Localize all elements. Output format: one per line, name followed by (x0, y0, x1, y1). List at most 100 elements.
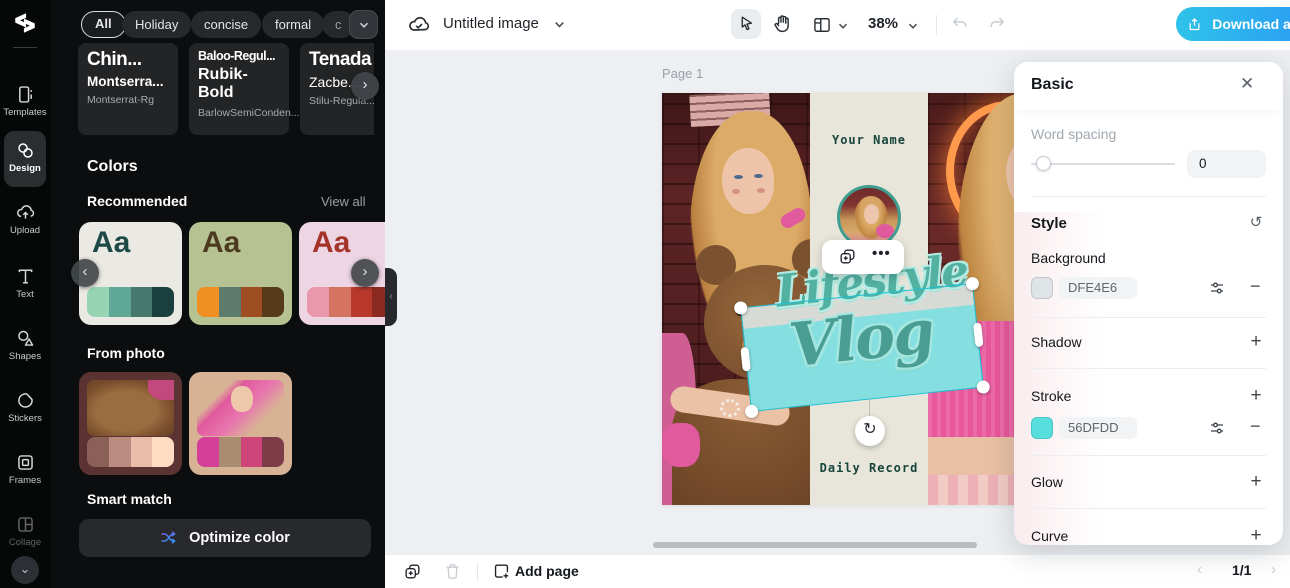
daily-record-text[interactable]: Daily Record (810, 461, 928, 475)
word-spacing-input[interactable]: 0 (1187, 150, 1266, 178)
smart-match-heading: Smart match (87, 491, 172, 507)
sidebar-item-stickers[interactable]: Stickers (0, 390, 50, 424)
background-adjust-icon[interactable] (1208, 279, 1226, 302)
select-tool-button[interactable] (731, 9, 761, 39)
glow-add-button[interactable]: + (1246, 471, 1266, 493)
swatch (262, 437, 284, 467)
swatch (108, 437, 131, 467)
prev-page-icon[interactable]: ‹ (1197, 561, 1202, 578)
font-card[interactable]: Chin... Montserra... Montserrat-Rg (78, 43, 178, 135)
filter-chip-concise[interactable]: concise (191, 11, 262, 38)
swatch (350, 287, 373, 317)
word-spacing-slider-handle[interactable] (1036, 156, 1051, 171)
chip-label: c (335, 17, 342, 32)
document-title[interactable]: Untitled image (443, 15, 539, 32)
next-page-icon[interactable]: › (1271, 561, 1276, 578)
zoom-chevron-down-icon[interactable] (907, 19, 919, 37)
more-options-icon[interactable]: ••• (872, 245, 891, 262)
panel-collapse-handle[interactable]: ‹ (385, 268, 397, 326)
font-card[interactable]: Baloo-Regul... Rubik-Bold BarlowSemiCond… (189, 43, 300, 135)
hand-tool-icon[interactable] (772, 13, 794, 40)
stroke-hex-input[interactable]: 56DFDD (1059, 417, 1137, 439)
delete-page-icon[interactable] (443, 562, 462, 586)
sidebar-item-label: Shapes (8, 351, 42, 362)
shadow-add-button[interactable]: + (1246, 331, 1266, 353)
background-color-swatch[interactable] (1031, 277, 1053, 299)
swatch (240, 437, 263, 467)
photo-palette-card[interactable] (79, 372, 182, 475)
add-page-icon[interactable] (492, 562, 511, 586)
export-icon (1187, 16, 1208, 32)
sidebar-item-templates[interactable]: Templates (0, 84, 50, 118)
horizontal-scrollbar[interactable] (653, 542, 977, 548)
rotate-handle[interactable]: ↻ (855, 416, 885, 446)
photo-palette-card[interactable] (189, 372, 292, 475)
optimize-color-button[interactable]: Optimize color (79, 519, 371, 557)
your-name-text[interactable]: Your Name (810, 133, 928, 147)
layout-chevron-down-icon[interactable] (837, 19, 849, 37)
chevron-right-icon: › (362, 76, 368, 93)
palette-card[interactable]: Aa (189, 222, 292, 325)
stroke-add-button[interactable]: + (1246, 385, 1266, 407)
undo-icon[interactable] (950, 14, 970, 39)
girl-eye (734, 175, 743, 179)
background-hex-input[interactable]: DFE4E6 (1059, 277, 1137, 299)
swatch (307, 287, 329, 317)
palette-swatches (197, 287, 284, 317)
sidebar-item-frames[interactable]: Frames (0, 452, 50, 486)
recommended-heading: Recommended (87, 193, 188, 209)
sidebar-item-design[interactable]: Design (0, 140, 50, 174)
glow-label: Glow (1031, 474, 1063, 490)
stroke-remove-button[interactable]: − (1250, 416, 1261, 437)
download-all-label: Download all (1212, 16, 1290, 32)
panel-divider (1031, 455, 1266, 456)
sidebar-item-label: Collage (8, 537, 42, 548)
title-chevron-down-icon[interactable] (553, 18, 566, 36)
font-card-title: Tenada (309, 49, 372, 70)
view-all-link[interactable]: View all (321, 194, 366, 209)
sidebar-item-text[interactable]: Text (0, 266, 50, 300)
swatch (152, 437, 174, 467)
filter-expand-button[interactable] (349, 10, 378, 39)
cursor-icon (731, 16, 755, 36)
text-icon (0, 266, 50, 287)
background-remove-button[interactable]: − (1250, 276, 1261, 297)
font-card-row: Chin... Montserra... Montserrat-Rg Baloo… (78, 43, 374, 135)
font-card-title: Chin... (87, 49, 142, 70)
sidebar-item-label: Text (16, 289, 34, 300)
font-carousel-next-button[interactable]: › (351, 72, 379, 100)
duplicate-icon[interactable] (838, 247, 857, 271)
app-window: Templates Design Upload Text Shapes Stic… (0, 0, 1290, 588)
zoom-level-value[interactable]: 38% (868, 15, 898, 32)
panel-divider (1031, 196, 1266, 197)
sidebar-expand-button[interactable]: ⌄ (11, 556, 39, 584)
filter-chip-holiday[interactable]: Holiday (122, 11, 192, 38)
sidebar-item-collage[interactable]: Collage (0, 514, 50, 548)
download-all-button[interactable]: Download all (1176, 7, 1290, 41)
filter-chip-all[interactable]: All (81, 11, 126, 38)
duplicate-page-icon[interactable] (403, 562, 422, 586)
shuffle-icon (160, 530, 185, 546)
layout-tool-icon[interactable] (812, 15, 832, 40)
palette-carousel-prev-button[interactable]: ‹ (71, 259, 99, 287)
floating-context-toolbar: ••• (822, 240, 904, 274)
from-photo-heading: From photo (87, 345, 165, 361)
redo-icon[interactable] (987, 14, 1007, 39)
swatch (218, 437, 241, 467)
photo-thumbnail (87, 380, 174, 436)
filter-chip-formal[interactable]: formal (262, 11, 325, 38)
design-panel: All Holiday concise formal c Chin... Mon… (50, 0, 385, 588)
stroke-color-swatch[interactable] (1031, 417, 1053, 439)
word-spacing-slider-track[interactable] (1031, 163, 1175, 165)
stroke-label: Stroke (1031, 388, 1072, 404)
bottom-bar: Add page ‹ 1/1 › (385, 555, 1290, 588)
stroke-adjust-icon[interactable] (1208, 419, 1226, 442)
sidebar-item-shapes[interactable]: Shapes (0, 328, 50, 362)
style-reset-icon[interactable]: ↺ (1246, 213, 1266, 231)
close-icon[interactable]: ✕ (1240, 74, 1254, 94)
add-page-label[interactable]: Add page (515, 563, 579, 579)
palette-carousel-next-button[interactable]: › (351, 259, 379, 287)
curve-add-button[interactable]: + (1246, 525, 1266, 545)
palette-sample-text: Aa (312, 226, 351, 259)
sidebar-item-upload[interactable]: Upload (0, 202, 50, 236)
